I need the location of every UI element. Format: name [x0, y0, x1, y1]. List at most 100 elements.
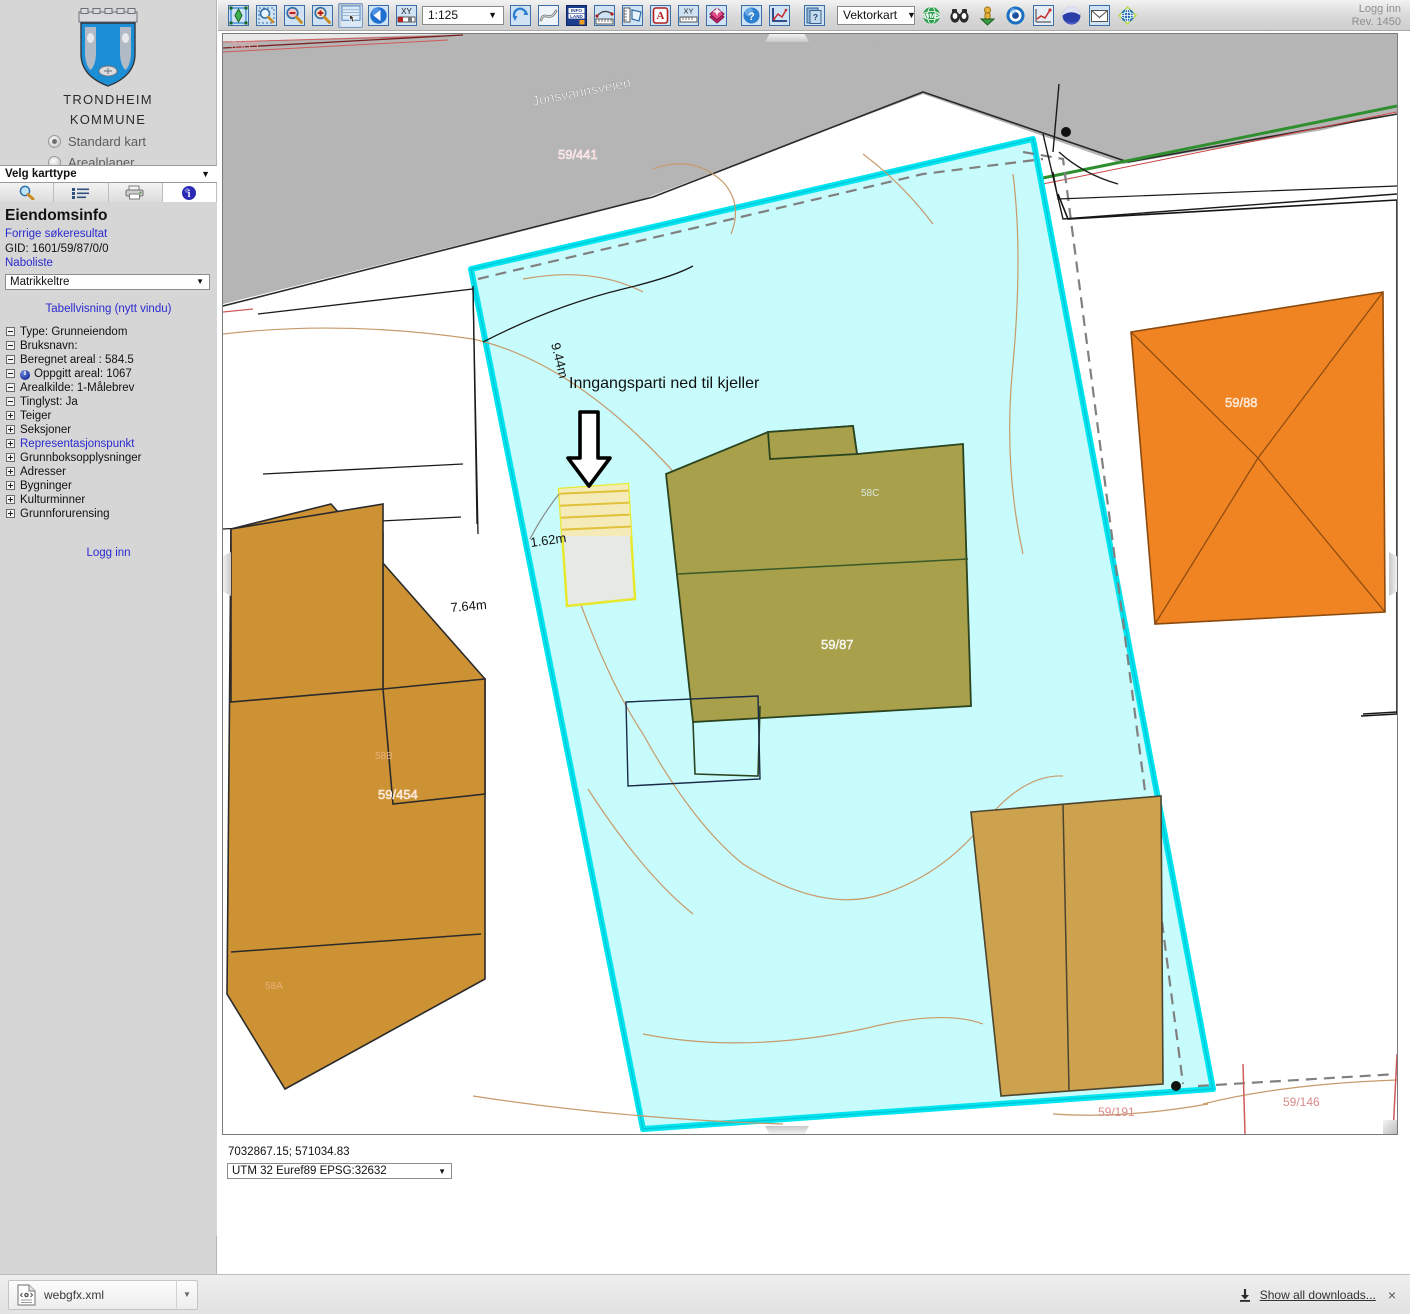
map-label-59-15: 59/15 [231, 40, 259, 52]
xml-file-icon [17, 1283, 36, 1306]
pan-handle-bottom[interactable] [765, 1126, 809, 1134]
tree-expand-icon[interactable] [6, 411, 15, 420]
tree-collapse-icon[interactable] [6, 355, 15, 364]
envelope-icon [1089, 4, 1110, 26]
wms-button[interactable]: WMS [919, 3, 944, 28]
tree-row-label: Beregnet areal : 584.5 [20, 353, 134, 366]
tree-row[interactable]: Grunnboksopplysninger [0, 451, 217, 465]
radio-button-selected-icon[interactable] [48, 135, 61, 148]
select-features-button[interactable] [704, 3, 729, 28]
refresh-button[interactable] [508, 3, 533, 28]
zoom-full-extent-button[interactable] [226, 3, 251, 28]
tree-row[interactable]: Bruksnavn: [0, 339, 217, 353]
vektorkart-dropdown[interactable]: Vektorkart ▼ [837, 5, 916, 25]
tree-row[interactable]: Representasjonspunkt [0, 437, 217, 451]
tree-collapse-icon[interactable] [6, 397, 15, 406]
pan-select-button[interactable] [338, 2, 363, 28]
tree-row[interactable]: Bygninger [0, 479, 217, 493]
map-label-58a: 58A [265, 981, 283, 992]
tree-expand-icon[interactable] [6, 495, 15, 504]
tree-row[interactable]: Tinglyst: Ja [0, 395, 217, 409]
coordinate-tool-button[interactable]: XY [676, 3, 701, 28]
pan-handle-top[interactable] [765, 34, 809, 42]
zoom-in-button[interactable] [310, 3, 335, 28]
tree-row[interactable]: Beregnet areal : 584.5 [0, 353, 217, 367]
logg-inn-link[interactable]: Logg inn [86, 547, 130, 559]
karttype-dropdown[interactable]: Velg karttype ▼ [0, 165, 217, 183]
grid-button[interactable] [1115, 3, 1140, 28]
prev-search-result-link[interactable]: Forrige søkeresultat [0, 227, 217, 242]
tree-row[interactable]: Adresser [0, 465, 217, 479]
tree-expand-icon[interactable] [6, 425, 15, 434]
main-toolbar: XY 1:125 ▼ INFO LAND A XY ? ? Vektorkart… [218, 0, 1410, 31]
draw-freehand-button[interactable] [536, 3, 561, 28]
tree-row[interactable]: Arealkilde: 1-Målebrev [0, 381, 217, 395]
tree-row[interactable]: Kulturminner [0, 493, 217, 507]
help-button[interactable]: ? [739, 3, 764, 28]
tab-info[interactable]: i [162, 183, 217, 203]
tree-expand-icon[interactable] [6, 467, 15, 476]
zoom-out-button[interactable] [282, 3, 307, 28]
download-menu-caret-icon[interactable]: ▼ [176, 1279, 197, 1310]
scale-dropdown[interactable]: 1:125 ▼ [422, 5, 504, 25]
zoom-rectangle-button[interactable] [254, 3, 279, 28]
tree-expand-icon[interactable] [6, 481, 15, 490]
naboliste-link[interactable]: Naboliste [0, 256, 217, 271]
projection-dropdown[interactable]: UTM 32 Euref89 EPSG:32632 ▼ [227, 1163, 452, 1179]
tree-expand-icon[interactable] [6, 453, 15, 462]
map-canvas[interactable]: Jonsvannsveien 59/441 59/15 59/88 59/87 … [222, 33, 1398, 1135]
logo-block: TRONDHEIM KOMMUNE [0, 0, 216, 128]
back-button[interactable] [366, 3, 391, 28]
streetview-button[interactable] [975, 3, 1000, 28]
download-arrow-icon [1239, 1288, 1250, 1302]
tabellvisning-link[interactable]: Tabellvisning (nytt vindu) [0, 303, 217, 315]
infoland-button[interactable]: INFO LAND [564, 3, 589, 28]
statistics-button[interactable] [1031, 3, 1056, 28]
aerial-photo-button[interactable] [947, 3, 972, 28]
goto-xy-button[interactable]: XY [394, 3, 419, 28]
kommune-name-line1: TRONDHEIM [63, 92, 153, 107]
profile-graph-icon [769, 4, 790, 26]
tab-layers[interactable] [54, 183, 109, 203]
pan-handle-right[interactable] [1389, 552, 1397, 596]
tree-row[interactable]: Grunnforurensing [0, 507, 217, 521]
matrikkeltre-dropdown[interactable]: Matrikkeltre ▼ [5, 273, 210, 290]
pan-handle-left[interactable] [223, 552, 231, 596]
chevron-down-icon: ▼ [488, 10, 497, 20]
refresh-icon [510, 4, 531, 26]
tree-row[interactable]: Teiger [0, 409, 217, 423]
eiendomsinfo-panel: Eiendomsinfo Forrige søkeresultat GID: 1… [0, 202, 217, 1236]
tree-collapse-icon[interactable] [6, 369, 15, 378]
tab-print[interactable] [108, 183, 163, 203]
globe-3d-button[interactable] [1059, 3, 1084, 28]
layers-list-icon [71, 187, 89, 199]
profile-tool-button[interactable] [767, 3, 792, 28]
show-all-downloads-link[interactable]: Show all downloads... [1260, 1288, 1376, 1302]
zoom-rectangle-icon [256, 4, 277, 26]
radio-standard-kart[interactable]: Standard kart [0, 134, 216, 149]
tree-row[interactable]: Oppgitt areal: 1067 [0, 367, 217, 381]
freehand-draw-icon [538, 4, 559, 26]
gps-locate-button[interactable] [1003, 3, 1028, 28]
tree-expand-icon[interactable] [6, 509, 15, 518]
tree-collapse-icon[interactable] [6, 327, 15, 336]
tree-collapse-icon[interactable] [6, 383, 15, 392]
close-download-bar-icon[interactable]: × [1384, 1287, 1400, 1303]
tree-collapse-icon[interactable] [6, 341, 15, 350]
download-item[interactable]: webgfx.xml ▼ [8, 1279, 198, 1310]
tree-row-label[interactable]: Representasjonspunkt [20, 438, 134, 450]
add-text-button[interactable]: A [648, 3, 673, 28]
logg-inn-text[interactable]: Logg inn [1352, 3, 1401, 16]
email-button[interactable] [1087, 3, 1112, 28]
printer-icon [125, 185, 144, 200]
tree-row[interactable]: Seksjoner [0, 423, 217, 437]
measure-area-button[interactable] [620, 3, 645, 28]
tree-expand-icon[interactable] [6, 439, 15, 448]
radio-standard-kart-label: Standard kart [68, 134, 147, 149]
tab-search[interactable] [0, 183, 55, 203]
logg-inn-status: Logg inn Rev. 1450 [1352, 3, 1401, 29]
measure-distance-button[interactable] [592, 3, 617, 28]
pan-handle-bottom-right[interactable] [1383, 1120, 1397, 1134]
metadata-button[interactable]: ? [802, 3, 827, 28]
tree-row[interactable]: Type: Grunneiendom [0, 325, 217, 339]
